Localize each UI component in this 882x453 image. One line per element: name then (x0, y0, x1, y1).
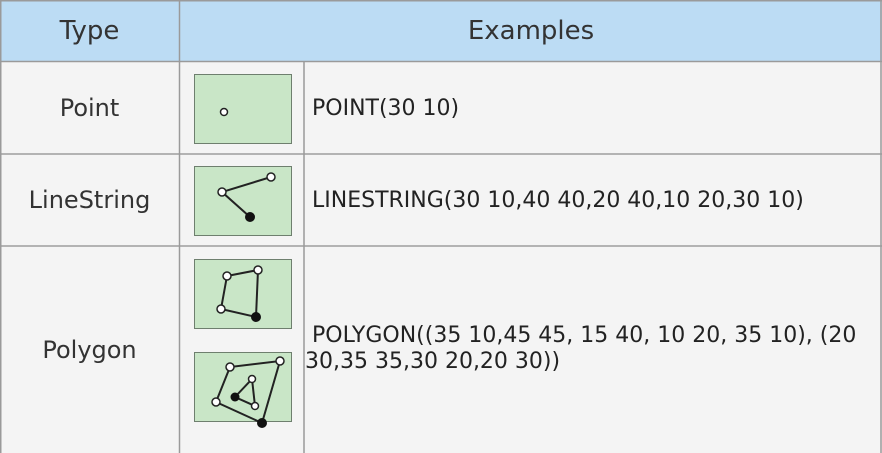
geometry-types-table: Type Examples Point LineString Polygon P… (0, 0, 882, 453)
table-gridlines (0, 0, 882, 453)
